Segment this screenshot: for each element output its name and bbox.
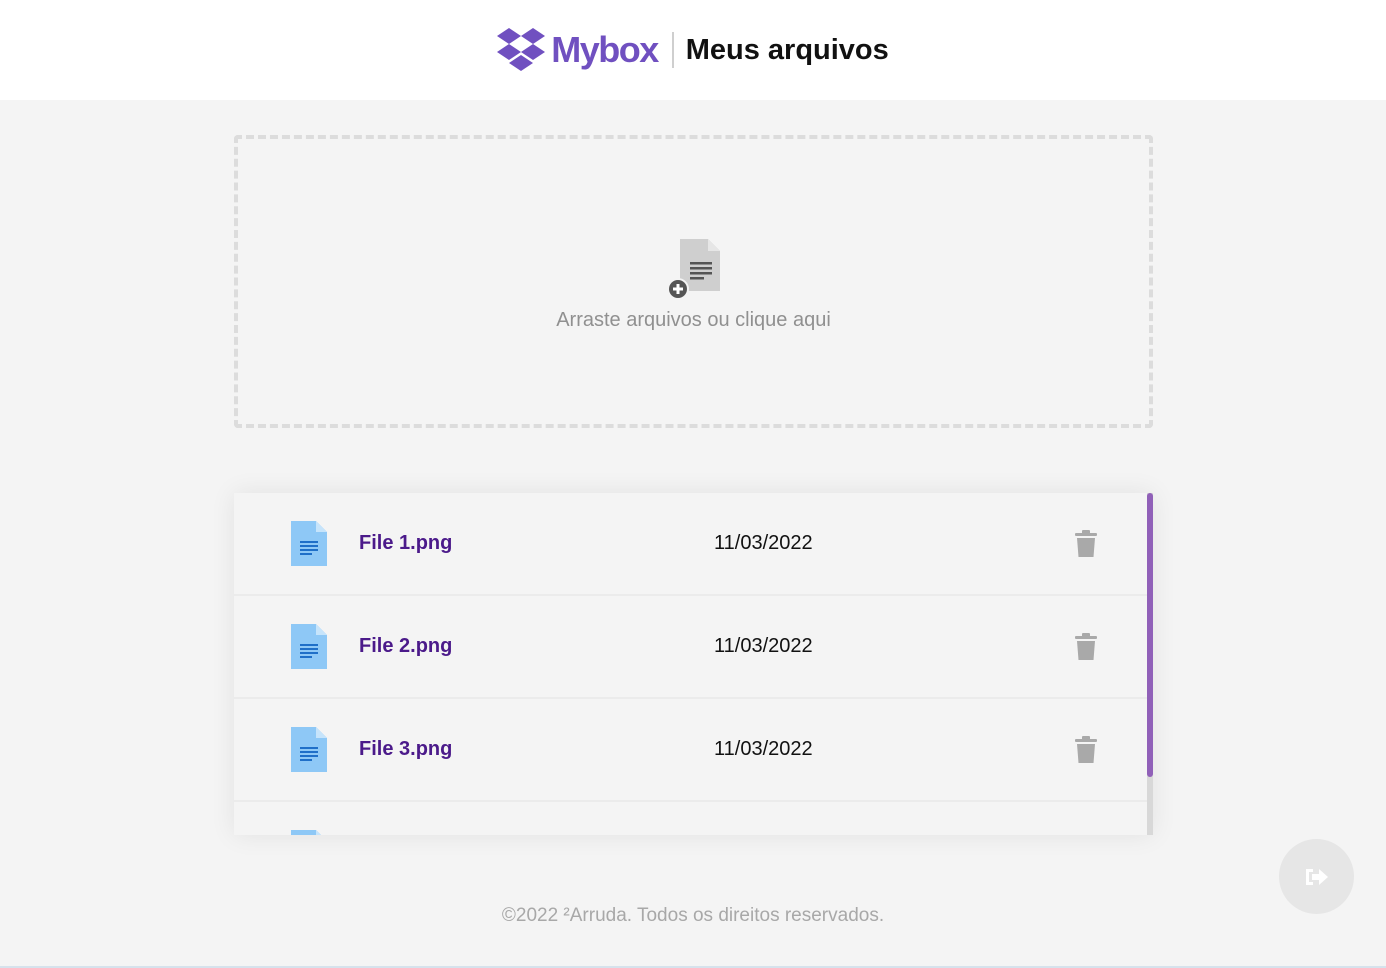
file-name[interactable]: File 1.png	[359, 493, 452, 594]
brand[interactable]: Mybox	[497, 28, 659, 72]
file-row[interactable]: File 1.png 11/03/2022	[234, 493, 1147, 596]
document-icon	[291, 830, 321, 835]
dropzone-text: Arraste arquivos ou clique aqui	[556, 309, 831, 331]
page-title: Meus arquivos	[685, 33, 889, 66]
scrollbar-thumb[interactable]	[1147, 493, 1153, 777]
file-row[interactable]: File 2.png 11/03/2022	[234, 596, 1147, 699]
file-row[interactable]	[234, 802, 1147, 835]
file-date: 11/03/2022	[714, 532, 813, 554]
logo-text: Mybox	[551, 29, 659, 70]
upload-dropzone[interactable]: Arraste arquivos ou clique aqui	[234, 135, 1153, 428]
file-date: 11/03/2022	[714, 738, 813, 760]
trash-icon[interactable]	[1074, 530, 1098, 558]
file-name[interactable]: File 2.png	[359, 596, 452, 697]
header-divider	[671, 32, 674, 68]
document-icon	[291, 624, 327, 669]
trash-icon[interactable]	[1074, 633, 1098, 661]
header: Mybox Meus arquivos	[0, 0, 1386, 100]
trash-icon[interactable]	[1074, 736, 1098, 764]
document-icon	[291, 521, 327, 566]
footer-text: ©2022 ²Arruda. Todos os direitos reserva…	[501, 905, 885, 926]
file-row[interactable]: File 3.png 11/03/2022	[234, 699, 1147, 802]
file-add-icon	[666, 239, 720, 300]
sign-out-icon	[1305, 868, 1328, 885]
file-date: 11/03/2022	[714, 635, 813, 657]
document-icon	[291, 727, 327, 772]
dropbox-logo-icon	[497, 28, 546, 71]
logout-button[interactable]	[1279, 839, 1354, 914]
file-list[interactable]: File 1.png 11/03/2022 File 2.png 11/03/2…	[234, 493, 1153, 835]
file-name[interactable]: File 3.png	[359, 699, 452, 800]
